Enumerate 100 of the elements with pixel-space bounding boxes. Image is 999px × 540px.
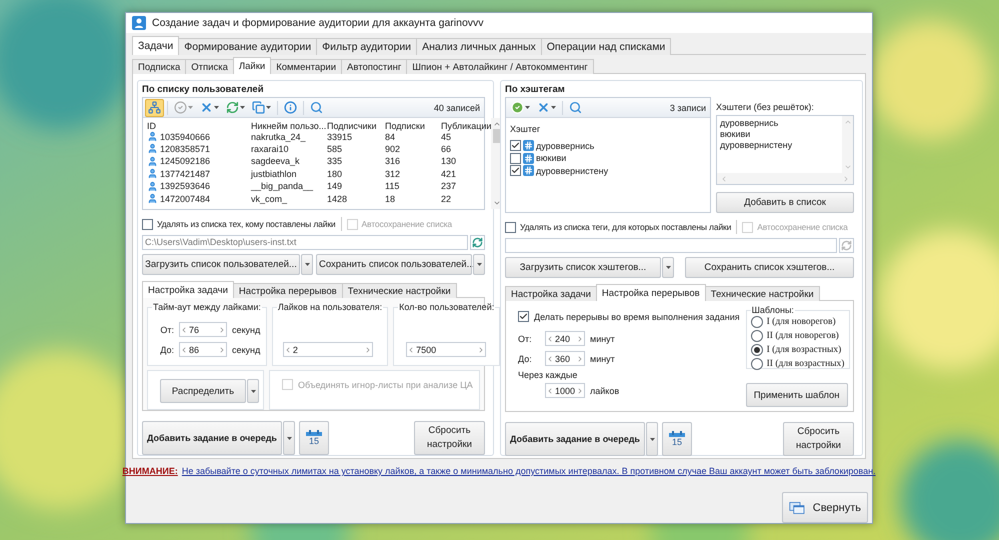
tab[interactable]: Анализ личных данных xyxy=(416,38,542,55)
table-cell: 66 xyxy=(441,142,452,155)
group-title: Тайм-аут между лайками: xyxy=(152,302,262,312)
table-cell: 585 xyxy=(327,142,342,155)
field-label: Через каждые xyxy=(518,370,578,380)
reset-button[interactable]: Сбросить настройки xyxy=(783,422,854,456)
number-field[interactable]: 7500 xyxy=(406,342,486,357)
hashtag-label: дуроввернистену xyxy=(536,166,608,176)
column-header: Подписки xyxy=(385,120,426,133)
unit-label: секунд xyxy=(232,344,260,354)
table-cell: __big_panda__ xyxy=(251,180,314,192)
table-cell: 237 xyxy=(441,180,456,192)
file-path-field[interactable]: C:\Users\Vadim\Desktop\users-inst.txt xyxy=(142,235,468,250)
number-field[interactable]: 1000 xyxy=(545,383,585,398)
add-to-list-button[interactable]: Добавить в список xyxy=(716,192,854,213)
distribute-button[interactable]: Распределить xyxy=(160,379,246,403)
radio-label: II (для возрастных) xyxy=(766,359,844,369)
save-list-button[interactable]: Сохранить список хэштегов... xyxy=(685,257,854,278)
record-count: 40 записей xyxy=(434,102,480,112)
number-field[interactable]: 76 xyxy=(179,322,227,337)
number-field[interactable]: 240 xyxy=(545,331,585,346)
table-cell: 1035940666 xyxy=(160,130,210,143)
table-cell: 1245092186 xyxy=(160,155,210,168)
table-cell: 312 xyxy=(385,168,400,180)
load-list-button[interactable]: Загрузить список пользователей... xyxy=(142,254,300,275)
tab[interactable]: Настройка задачи xyxy=(142,281,234,298)
table-cell: 316 xyxy=(385,155,400,168)
checkbox-label: Удалять из списка теги, для которых поставлены лайки xyxy=(520,222,732,232)
table-cell: 22 xyxy=(441,192,452,205)
tab[interactable]: Задачи xyxy=(132,36,180,55)
tab[interactable]: Шпион + Автолайкинг / Автокомментинг xyxy=(406,59,594,74)
group-title: Кол-во пользователей: xyxy=(398,302,496,312)
tab[interactable]: Формирование аудитории xyxy=(178,38,318,55)
checkbox-label: Делать перерывы во время выполнения задания xyxy=(534,312,740,322)
table-cell: 902 xyxy=(385,142,400,155)
tab[interactable]: Фильтр аудитории xyxy=(316,38,418,55)
column-header: Публикации xyxy=(441,120,492,133)
table-cell: 149 xyxy=(327,180,342,192)
field-label: Хэштеги (без решёток): xyxy=(716,102,815,112)
table-cell: nakrutka_24_ xyxy=(251,130,306,143)
group-title: Шаблоны: xyxy=(750,305,795,315)
hashtag-label: вюкиви xyxy=(536,153,566,164)
table-cell: 1428 xyxy=(327,192,348,205)
tab[interactable]: Комментарии xyxy=(270,59,342,74)
collapse-button[interactable]: Свернуть xyxy=(782,492,868,523)
column-header: Подписчики xyxy=(327,120,378,133)
apply-template-button[interactable]: Применить шаблон xyxy=(746,383,848,407)
tab[interactable]: Операции над списками xyxy=(540,38,672,55)
hashtags-input[interactable]: дуроввернись вюкиви дуроввернистену xyxy=(716,115,854,185)
table-cell: raxarai10 xyxy=(251,142,289,155)
reset-button[interactable]: Сбросить настройки xyxy=(414,421,485,455)
number-field[interactable]: 2 xyxy=(282,342,373,357)
add-task-button[interactable]: Добавить задание в очередь xyxy=(505,422,645,456)
number-field[interactable]: 360 xyxy=(545,351,585,366)
add-task-button[interactable]: Добавить задание в очередь xyxy=(142,421,282,455)
tab[interactable]: Подписка xyxy=(132,59,186,74)
tab[interactable]: Настройка перерывов xyxy=(596,284,706,301)
schedule-button[interactable]: 15 xyxy=(299,421,329,455)
table-cell: 130 xyxy=(441,155,456,168)
record-count: 3 записи xyxy=(670,102,706,112)
group-title: По списку пользователей xyxy=(142,83,265,96)
tab[interactable]: Автопостинг xyxy=(341,59,408,74)
table-cell: 421 xyxy=(441,168,456,180)
table-cell-text: 33915 xyxy=(327,131,352,143)
tab[interactable]: Настройка задачи xyxy=(505,286,597,301)
tab[interactable]: Настройка перерывов xyxy=(232,283,343,298)
save-list-button[interactable]: Сохранить список пользователей... xyxy=(316,254,472,275)
tab[interactable]: Технические настройки xyxy=(704,286,820,301)
radio-label: I (для возрастных) xyxy=(766,345,842,355)
tab[interactable]: Лайки xyxy=(232,57,272,74)
schedule-button[interactable]: 15 xyxy=(662,422,692,456)
table-cell-text: 84 xyxy=(385,131,396,143)
field-label: От: xyxy=(518,334,533,344)
field-label: До: xyxy=(159,344,174,354)
group-title: Лайков на пользователя: xyxy=(276,302,384,312)
window-title: Создание задач и формирование аудитории для аккаунта garinovvv xyxy=(152,17,484,29)
tab[interactable]: Отписка xyxy=(185,59,234,74)
table-cell: vk_com_ xyxy=(251,192,288,205)
unit-label: минут xyxy=(590,354,615,364)
table-cell: 1377421487 xyxy=(160,168,210,180)
radio-label: I (для новорегов) xyxy=(766,317,836,327)
table-cell: justbiathlon xyxy=(251,168,297,180)
unit-label: минут xyxy=(590,334,615,344)
table-cell: 180 xyxy=(327,168,342,180)
table-cell: 115 xyxy=(385,180,400,192)
unit-label: лайков xyxy=(590,386,620,396)
table-cell: 335 xyxy=(327,155,342,168)
tab[interactable]: Технические настройки xyxy=(342,283,457,298)
table-cell: 1392593646 xyxy=(160,180,210,192)
load-list-button[interactable]: Загрузить список хэштегов... xyxy=(505,257,661,278)
table-cell: sagdeeva_k xyxy=(251,155,300,168)
checkbox-label: Автосохранение списка xyxy=(362,219,452,229)
number-field[interactable]: 86 xyxy=(179,342,227,357)
group-title: По хэштегам xyxy=(505,83,566,96)
field-label: От: xyxy=(159,324,174,334)
column-header: Никнейм пользо... xyxy=(251,120,327,133)
field-label: До: xyxy=(518,354,533,364)
table-cell: 18 xyxy=(385,192,396,205)
table-cell: 1208358571 xyxy=(160,142,210,155)
table-cell: 1472007484 xyxy=(160,192,210,205)
